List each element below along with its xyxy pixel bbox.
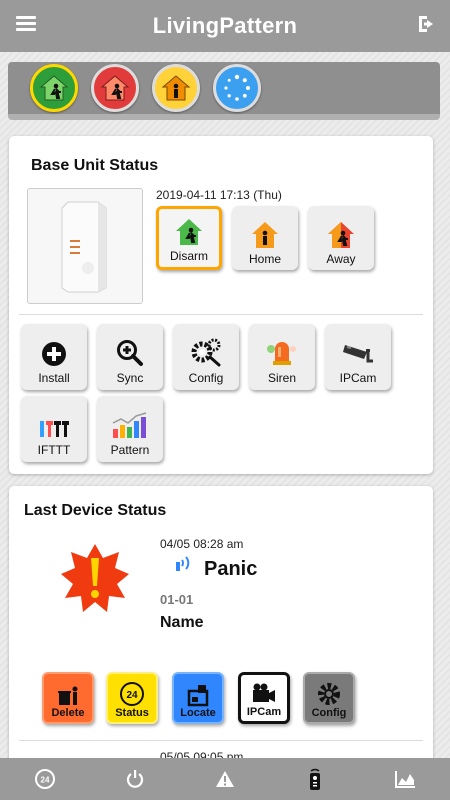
ipcam-label: IPCam — [339, 371, 377, 385]
disarm-button[interactable]: Disarm — [156, 206, 222, 270]
bottom-nav-bar: 24 — [0, 758, 450, 800]
svg-text:24: 24 — [41, 776, 50, 785]
magnifier-zoom-icon — [117, 340, 143, 366]
home-house-icon — [252, 222, 278, 248]
ifttt-button[interactable]: IFTTT — [21, 396, 87, 462]
siren-light-icon — [267, 342, 296, 365]
config-label: Config — [188, 371, 224, 385]
trash-person-icon — [58, 686, 78, 705]
event-time: 04/05 08:28 am — [160, 537, 244, 551]
event-name: Panic — [204, 558, 258, 580]
last-device-title: Last Device Status — [24, 502, 167, 519]
24h-status-icon: 24 — [120, 682, 144, 706]
home-button[interactable]: Home — [232, 206, 298, 270]
sync-label: Sync — [116, 371, 144, 385]
event-ipcam-button[interactable]: IPCam — [238, 672, 290, 724]
away-mode-icon[interactable] — [91, 64, 139, 112]
siren-label: Siren — [267, 371, 296, 385]
delete-button[interactable]: Delete — [42, 672, 94, 724]
base-unit-title: Base Unit Status — [31, 157, 159, 174]
hamburger-menu-icon[interactable] — [16, 16, 36, 32]
locate-label: Locate — [180, 707, 216, 719]
away-button[interactable]: Away — [308, 206, 374, 270]
app-header: LivingPattern — [0, 0, 450, 52]
gear-icon — [318, 683, 340, 705]
delete-label: Delete — [51, 707, 85, 719]
locate-button[interactable]: Locate — [172, 672, 224, 724]
bar-chart-icon — [112, 412, 147, 438]
signal-icon — [176, 556, 190, 571]
disarm-house-icon — [176, 219, 202, 245]
install-label: Install — [38, 371, 70, 385]
status-button[interactable]: 24 Status — [106, 672, 158, 724]
svg-text:24: 24 — [126, 690, 138, 701]
divider — [19, 740, 423, 741]
warning-icon[interactable] — [205, 758, 245, 800]
security-camera-icon — [343, 345, 373, 363]
logout-icon[interactable] — [416, 13, 438, 35]
divider — [19, 314, 423, 315]
base-unit-timestamp: 2019-04-11 17:13 (Thu) — [156, 188, 282, 202]
home-label: Home — [248, 252, 281, 266]
ifttt-logo-icon — [40, 421, 69, 437]
config-button[interactable]: Config — [173, 324, 239, 390]
away-house-icon — [328, 222, 354, 248]
event-config-label: Config — [311, 707, 347, 719]
ipcam-button[interactable]: IPCam — [325, 324, 391, 390]
pattern-button[interactable]: Pattern — [97, 396, 163, 462]
24h-icon[interactable]: 24 — [25, 758, 65, 800]
plus-circle-icon — [42, 342, 66, 366]
install-button[interactable]: Install — [21, 324, 87, 390]
base-unit-image — [27, 188, 143, 304]
disarm-mode-icon[interactable] — [30, 64, 78, 112]
mode-shortcut-bar — [8, 62, 440, 120]
locate-map-icon — [187, 685, 209, 707]
away-label: Away — [326, 252, 356, 266]
event-config-button[interactable]: Config — [303, 672, 355, 724]
power-icon[interactable] — [115, 758, 155, 800]
panic-alert-icon — [61, 544, 129, 612]
siren-button[interactable]: Siren — [249, 324, 315, 390]
remote-control-icon[interactable] — [295, 758, 335, 800]
last-device-card: Last Device Status 04/05 08:28 am Panic … — [9, 486, 433, 766]
status-label: Status — [115, 707, 149, 719]
chart-area-icon[interactable] — [385, 758, 425, 800]
disarm-label: Disarm — [170, 249, 208, 263]
event-ipcam-label: IPCam — [246, 706, 282, 718]
app-title: LivingPattern — [152, 13, 298, 38]
base-unit-card: Base Unit Status 2019-04-11 17:13 (Thu) … — [9, 136, 433, 474]
event-zone: 01-01 — [160, 592, 194, 607]
ifttt-label: IFTTT — [37, 443, 71, 457]
pattern-label: Pattern — [110, 443, 150, 457]
gears-wrench-icon — [191, 338, 221, 367]
sync-button[interactable]: Sync — [97, 324, 163, 390]
event-device-name: Name — [160, 614, 204, 631]
video-camera-icon — [253, 683, 275, 702]
home-mode-icon[interactable] — [152, 64, 200, 112]
loading-spinner-icon[interactable] — [213, 64, 261, 112]
